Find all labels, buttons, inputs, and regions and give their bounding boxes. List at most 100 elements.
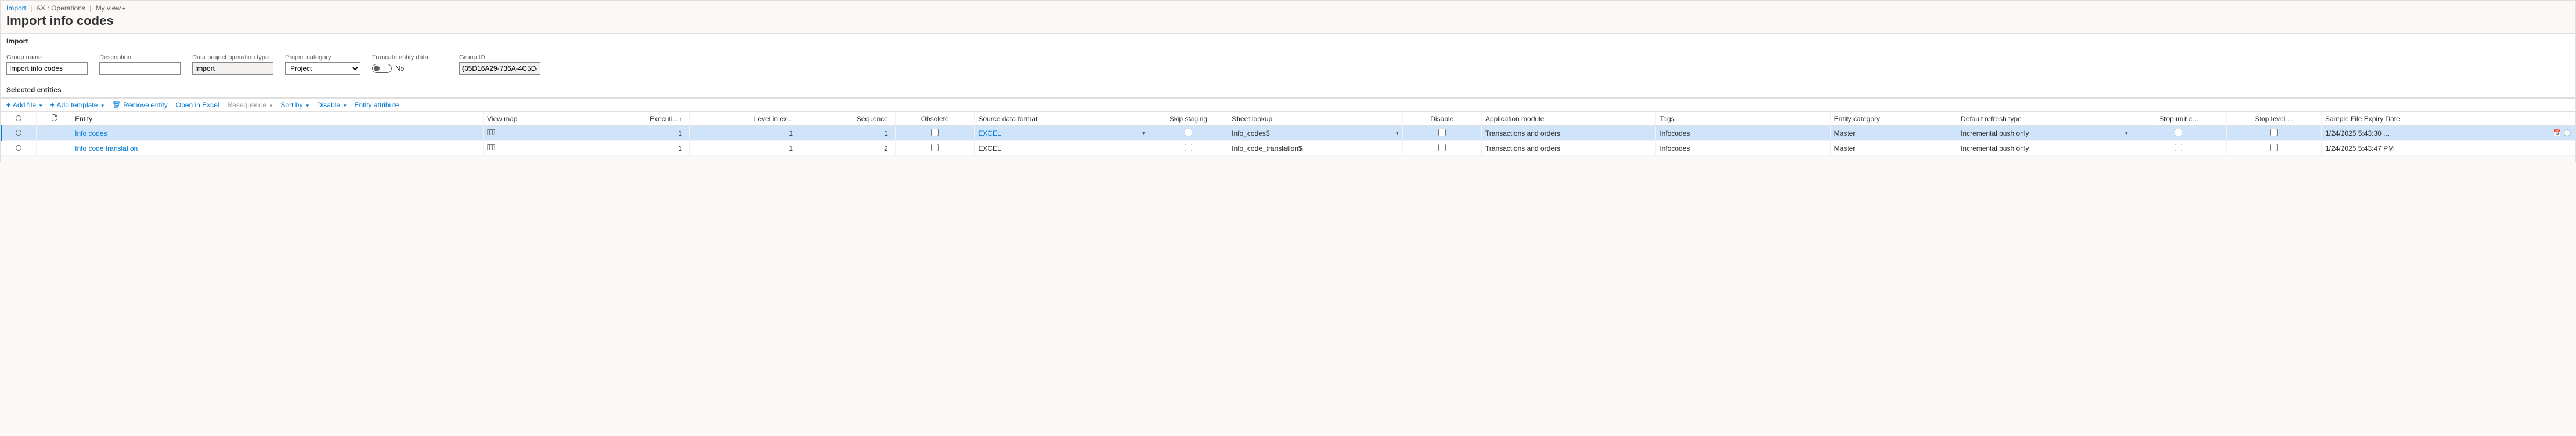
- row-clock-icon[interactable]: 🕒: [2563, 129, 2571, 137]
- col-skip-staging[interactable]: Skip staging: [1149, 112, 1228, 126]
- checkbox[interactable]: [2270, 144, 2278, 151]
- checkbox[interactable]: [931, 129, 939, 136]
- cell-skip-staging[interactable]: [1149, 141, 1228, 156]
- col-entity[interactable]: Entity: [71, 112, 484, 126]
- input-operation-type[interactable]: [192, 62, 273, 75]
- cell-source-format[interactable]: EXCEL: [975, 126, 1149, 141]
- cell-sample-expiry[interactable]: 1/24/2025 5:43:47 PM: [2322, 141, 2575, 156]
- cell-disable[interactable]: [1402, 126, 1482, 141]
- checkbox[interactable]: [1438, 144, 1446, 151]
- cell-view-map[interactable]: [484, 126, 594, 141]
- col-disable[interactable]: Disable: [1402, 112, 1482, 126]
- cell-stop-level[interactable]: [2227, 126, 2322, 141]
- cell-stop-unit[interactable]: [2131, 141, 2227, 156]
- section-entities-header[interactable]: Selected entities: [1, 82, 2575, 98]
- resequence-button[interactable]: Resequence: [228, 101, 273, 109]
- entities-toolbar: +Add file +Add template 🗑Remove entity O…: [1, 98, 2575, 112]
- col-sheet-lookup[interactable]: Sheet lookup: [1228, 112, 1402, 126]
- cell-skip-staging[interactable]: [1149, 126, 1228, 141]
- remove-entity-button[interactable]: 🗑Remove entity: [112, 101, 168, 109]
- map-icon: [487, 128, 495, 136]
- col-refresh-type[interactable]: Default refresh type: [1957, 112, 2131, 126]
- breadcrumb-import-link[interactable]: Import: [6, 4, 26, 12]
- input-group-id[interactable]: [459, 62, 540, 75]
- toggle-truncate-label: No: [395, 64, 404, 72]
- col-sample-expiry[interactable]: Sample File Expiry Date: [2322, 112, 2575, 126]
- cell-refresh-type[interactable]: Incremental push only: [1957, 141, 2131, 156]
- input-group-name[interactable]: [6, 62, 88, 75]
- field-project-category: Project category Project: [285, 54, 360, 75]
- cell-execution[interactable]: 1: [594, 126, 690, 141]
- checkbox[interactable]: [1185, 129, 1192, 136]
- cell-level[interactable]: 1: [689, 141, 800, 156]
- col-obsolete[interactable]: Obsolete: [895, 112, 975, 126]
- cell-stop-level[interactable]: [2227, 141, 2322, 156]
- sort-by-button[interactable]: Sort by: [280, 101, 309, 109]
- table-row[interactable]: Info codes111EXCELInfo_codes$Transaction…: [2, 126, 2575, 141]
- cell-entity-category: Master: [1830, 126, 1957, 141]
- toggle-truncate[interactable]: [372, 64, 392, 73]
- entity-attribute-button[interactable]: Entity attribute: [355, 101, 399, 109]
- cell-view-map[interactable]: [484, 141, 594, 156]
- section-import-header[interactable]: Import: [1, 33, 2575, 49]
- cell-sheet-lookup[interactable]: Info_code_translation$: [1228, 141, 1402, 156]
- cell-execution[interactable]: 1: [594, 141, 690, 156]
- cell-obsolete[interactable]: [895, 141, 975, 156]
- map-icon: [487, 143, 495, 151]
- cell-entity[interactable]: Info code translation: [71, 141, 484, 156]
- cell-sequence[interactable]: 2: [800, 141, 896, 156]
- cell-obsolete[interactable]: [895, 126, 975, 141]
- add-template-button[interactable]: +Add template: [50, 101, 104, 109]
- checkbox[interactable]: [2175, 144, 2182, 151]
- col-refresh[interactable]: [37, 112, 71, 126]
- col-level[interactable]: Level in ex...: [689, 112, 800, 126]
- col-entity-category[interactable]: Entity category: [1830, 112, 1957, 126]
- add-file-button[interactable]: +Add file: [6, 101, 42, 109]
- cell-select[interactable]: [2, 141, 37, 156]
- chevron-down-icon: [269, 101, 273, 109]
- col-app-module[interactable]: Application module: [1482, 112, 1656, 126]
- cell-disable[interactable]: [1402, 141, 1482, 156]
- label-truncate: Truncate entity data: [372, 54, 448, 61]
- cell-entity[interactable]: Info codes: [71, 126, 484, 141]
- checkbox[interactable]: [1185, 144, 1192, 151]
- field-group-name: Group name: [6, 54, 88, 75]
- cell-refresh-type[interactable]: Incremental push only: [1957, 126, 2131, 141]
- cell-source-format[interactable]: EXCEL: [975, 141, 1149, 156]
- field-truncate: Truncate entity data No: [372, 54, 448, 75]
- table-row[interactable]: Info code translation112EXCELInfo_code_t…: [2, 141, 2575, 156]
- cell-select[interactable]: [2, 126, 37, 141]
- checkbox[interactable]: [2175, 129, 2182, 136]
- label-description: Description: [99, 54, 181, 61]
- disable-button[interactable]: Disable: [317, 101, 347, 109]
- breadcrumb-my-view[interactable]: My view: [96, 4, 125, 12]
- col-sequence[interactable]: Sequence: [800, 112, 896, 126]
- chevron-down-icon: [100, 101, 104, 109]
- col-stop-level[interactable]: Stop level ...: [2227, 112, 2322, 126]
- col-source-format[interactable]: Source data format: [975, 112, 1149, 126]
- checkbox[interactable]: [1438, 129, 1446, 136]
- cell-sequence[interactable]: 1: [800, 126, 896, 141]
- page: Import | AX : Operations | My view Impor…: [0, 0, 2576, 162]
- col-select-all[interactable]: [2, 112, 37, 126]
- checkbox[interactable]: [931, 144, 939, 151]
- col-execution[interactable]: Executi...↑: [594, 112, 690, 126]
- select-project-category[interactable]: Project: [285, 62, 360, 75]
- cell-level[interactable]: 1: [689, 126, 800, 141]
- cell-sample-expiry[interactable]: 1/24/2025 5:43:30 ...📅🕒: [2322, 126, 2575, 141]
- cell-refresh[interactable]: [37, 141, 71, 156]
- col-tags[interactable]: Tags: [1656, 112, 1830, 126]
- cell-stop-unit[interactable]: [2131, 126, 2227, 141]
- open-in-excel-button[interactable]: Open in Excel: [176, 101, 219, 109]
- input-description[interactable]: [99, 62, 181, 75]
- cell-refresh[interactable]: [37, 126, 71, 141]
- plus-icon: +: [50, 101, 55, 109]
- cell-sheet-lookup[interactable]: Info_codes$: [1228, 126, 1402, 141]
- trash-icon: 🗑: [112, 101, 121, 109]
- col-stop-unit[interactable]: Stop unit e...: [2131, 112, 2227, 126]
- entities-grid: Entity View map Executi...↑ Level in ex.…: [1, 112, 2575, 156]
- cell-tags: Infocodes: [1656, 126, 1830, 141]
- col-view-map[interactable]: View map: [484, 112, 594, 126]
- row-calendar-icon[interactable]: 📅: [2553, 129, 2561, 137]
- checkbox[interactable]: [2270, 129, 2278, 136]
